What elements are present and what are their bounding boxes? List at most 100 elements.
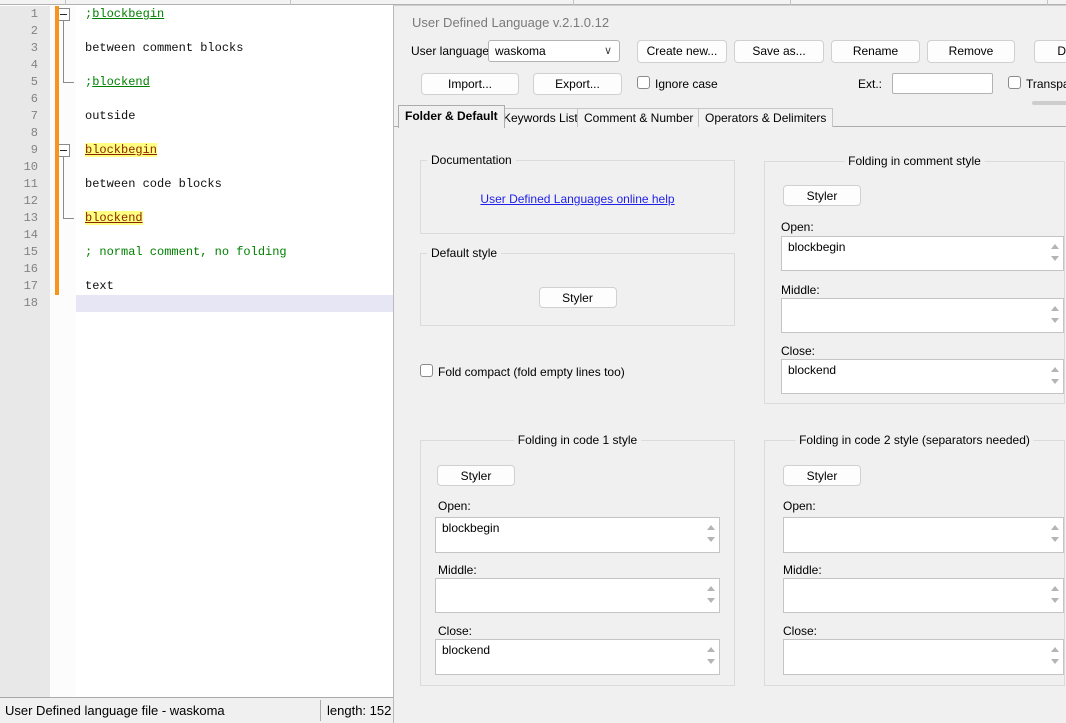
line-number: 1 xyxy=(0,6,50,23)
scroll-down-icon[interactable] xyxy=(1051,537,1059,542)
folding-code1-middle-label: Middle: xyxy=(438,563,477,577)
scroll-down-icon[interactable] xyxy=(1051,379,1059,384)
folding-code2-styler-button[interactable]: Styler xyxy=(783,465,861,486)
udl-dialog: User Defined Language v.2.1.0.12 User la… xyxy=(393,5,1066,723)
scroll-down-icon[interactable] xyxy=(707,598,715,603)
scroll-up-icon[interactable] xyxy=(1051,367,1059,372)
save-as-button[interactable]: Save as... xyxy=(734,40,824,63)
folding-code2-middle-input[interactable] xyxy=(783,578,1064,613)
export-button[interactable]: Export... xyxy=(533,73,622,95)
line-number: 15 xyxy=(0,244,50,261)
fold-collapse-box[interactable] xyxy=(50,142,76,159)
editor-line[interactable]: blockbegin xyxy=(76,142,393,159)
user-language-select[interactable]: waskoma ∨ xyxy=(488,40,620,62)
folding-code1-middle-input[interactable] xyxy=(435,578,720,613)
scroll-up-icon[interactable] xyxy=(707,525,715,530)
folding-comment-open-input[interactable]: blockbegin xyxy=(781,236,1064,271)
folding-code2-open-input[interactable] xyxy=(783,517,1064,553)
fold-guide xyxy=(50,40,76,57)
scroll-up-icon[interactable] xyxy=(1051,306,1059,311)
line-number: 11 xyxy=(0,176,50,193)
folding-code2-close-label: Close: xyxy=(783,624,817,638)
default-styler-button[interactable]: Styler xyxy=(539,287,617,308)
editor-line[interactable] xyxy=(76,261,393,278)
editor-line[interactable]: outside xyxy=(76,108,393,125)
editor-line[interactable] xyxy=(76,193,393,210)
status-doc-type: User Defined language file - waskoma xyxy=(5,703,225,718)
scroll-up-icon[interactable] xyxy=(1051,525,1059,530)
fold-guide xyxy=(50,210,76,227)
line-number: 2 xyxy=(0,23,50,40)
scroll-up-icon[interactable] xyxy=(707,647,715,652)
editor-line[interactable] xyxy=(76,91,393,108)
folding-code1-open-input[interactable]: blockbegin xyxy=(435,517,720,553)
folding-comment-close-label: Close: xyxy=(781,344,815,358)
line-number: 8 xyxy=(0,125,50,142)
fold-collapse-box[interactable] xyxy=(50,6,76,23)
scroll-down-icon[interactable] xyxy=(1051,598,1059,603)
fold-margin[interactable] xyxy=(50,6,76,697)
scroll-up-icon[interactable] xyxy=(1051,647,1059,652)
editor-line[interactable]: ;blockend xyxy=(76,74,393,91)
scroll-down-icon[interactable] xyxy=(707,537,715,542)
change-marker-bar xyxy=(55,6,59,295)
line-number: 17 xyxy=(0,278,50,295)
fold-guide xyxy=(50,159,76,176)
tab-comment-number[interactable]: Comment & Number xyxy=(577,108,700,127)
transparency-label: Transpare xyxy=(1026,77,1066,91)
create-new-button[interactable]: Create new... xyxy=(637,40,727,63)
editor-text-segment: between code blocks xyxy=(85,177,222,191)
editor-line[interactable] xyxy=(76,23,393,40)
scroll-up-icon[interactable] xyxy=(707,586,715,591)
editor-text-segment: blockend xyxy=(85,211,143,225)
scroll-down-icon[interactable] xyxy=(707,659,715,664)
folding-code2-title: Folding in code 2 style (separators need… xyxy=(795,433,1034,447)
editor-line[interactable] xyxy=(76,159,393,176)
editor-line[interactable]: between comment blocks xyxy=(76,40,393,57)
tab-operators-delimiters[interactable]: Operators & Delimiters xyxy=(698,108,833,127)
editor-text-segment: blockbegin xyxy=(92,7,164,21)
scroll-down-icon[interactable] xyxy=(1051,318,1059,323)
editor-line[interactable] xyxy=(76,57,393,74)
online-help-link[interactable]: User Defined Languages online help xyxy=(421,192,734,206)
fold-compact-checkbox[interactable] xyxy=(420,364,433,377)
folding-code1-close-input[interactable]: blockend xyxy=(435,639,720,675)
import-button[interactable]: Import... xyxy=(421,73,519,95)
remove-button[interactable]: Remove xyxy=(927,40,1015,63)
scroll-up-icon[interactable] xyxy=(1051,586,1059,591)
editor-line[interactable]: blockend xyxy=(76,210,393,227)
editor-text-segment: outside xyxy=(85,109,135,123)
fold-compact-label: Fold compact (fold empty lines too) xyxy=(438,365,625,379)
dialog-title: User Defined Language v.2.1.0.12 xyxy=(412,15,609,30)
folding-code1-styler-button[interactable]: Styler xyxy=(437,465,515,486)
editor-pane[interactable]: 123456789101112131415161718 ;blockbeginb… xyxy=(0,6,393,697)
editor-line[interactable]: text xyxy=(76,278,393,295)
ignore-case-label: Ignore case xyxy=(655,77,718,91)
transparency-checkbox[interactable] xyxy=(1008,76,1021,89)
editor-text-area[interactable]: ;blockbegin between comment blocks ;blocke… xyxy=(76,6,393,697)
ext-input[interactable] xyxy=(892,73,993,94)
transparency-slider[interactable] xyxy=(1032,101,1066,105)
editor-line[interactable] xyxy=(76,227,393,244)
editor-line[interactable]: ; normal comment, no folding xyxy=(76,244,393,261)
editor-line[interactable]: between code blocks xyxy=(76,176,393,193)
rename-button[interactable]: Rename xyxy=(831,40,920,63)
tab-folder-default[interactable]: Folder & Default xyxy=(398,105,505,128)
scroll-up-icon[interactable] xyxy=(1051,244,1059,249)
scroll-down-icon[interactable] xyxy=(1051,256,1059,261)
folding-code1-close-label: Close: xyxy=(438,624,472,638)
fold-guide xyxy=(50,23,76,40)
folding-code2-group: Folding in code 2 style (separators need… xyxy=(764,440,1065,686)
editor-line[interactable]: ;blockbegin xyxy=(76,6,393,23)
folding-comment-styler-button[interactable]: Styler xyxy=(783,185,861,206)
folding-comment-close-input[interactable]: blockend xyxy=(781,359,1064,394)
folding-code2-close-input[interactable] xyxy=(783,639,1064,675)
editor-text-segment: blockend xyxy=(92,75,150,89)
folding-code1-title: Folding in code 1 style xyxy=(514,433,641,447)
folding-comment-middle-input[interactable] xyxy=(781,298,1064,333)
editor-text-segment: ; normal comment, no folding xyxy=(85,245,287,259)
dock-button[interactable]: Do xyxy=(1034,40,1066,63)
editor-line[interactable] xyxy=(76,125,393,142)
ignore-case-checkbox[interactable] xyxy=(637,76,650,89)
scroll-down-icon[interactable] xyxy=(1051,659,1059,664)
